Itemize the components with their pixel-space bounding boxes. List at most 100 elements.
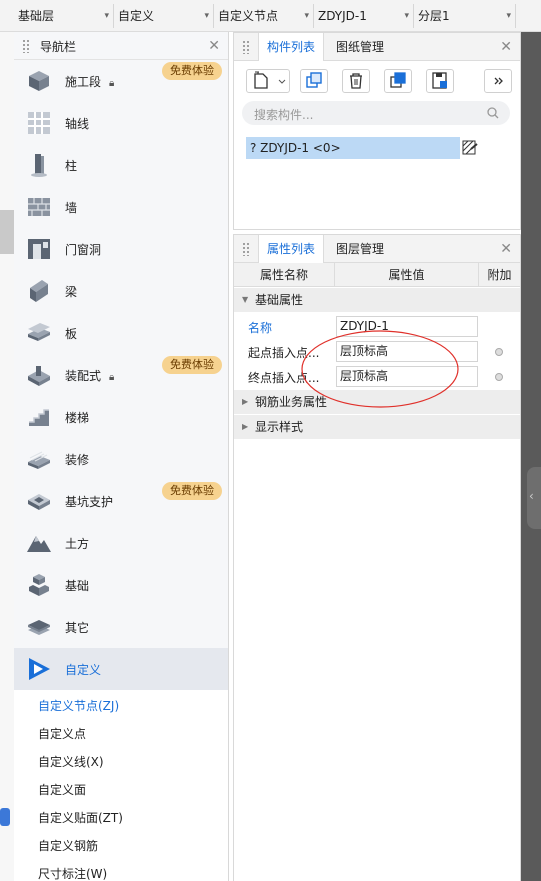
tab-property-list[interactable]: 属性列表 [258,235,325,263]
search-placeholder: 搜索构件... [254,108,314,122]
save-template-button[interactable] [426,69,454,93]
nav-item-label: 土方 [65,537,90,551]
nav-item-label: 墙 [65,201,78,215]
nav-item-label: 自定义 [65,663,102,677]
label-text: 施工段 [65,75,102,89]
annotation-circle [301,330,459,408]
nav-item-custom[interactable]: 自定义 [14,648,228,690]
component-panel: 构件列表 图纸管理 ✕ 搜索构件... ? ZDYJD-1 <0> [233,32,521,230]
free-trial-badge[interactable]: 免费体验 [162,62,222,80]
foundation-icon [29,574,49,596]
component-dropdown[interactable]: ZDYJD-1 ▾ [314,4,414,28]
group-display-style[interactable]: ▶ 显示样式 [234,415,520,439]
tab-layer-management[interactable]: 图层管理 [328,235,392,263]
component-dropdown-label: ZDYJD-1 [318,9,367,23]
sub-item-custom-line[interactable]: 自定义线(X) [38,753,104,770]
double-arrow-right-icon [494,77,503,85]
expand-arrow-icon[interactable]: ▶ [242,415,248,439]
chevron-down-icon: ▾ [506,11,511,21]
property-name: 名称 [248,321,273,335]
extra-checkbox[interactable] [495,348,503,356]
column-icon [31,154,47,177]
nav-header: 导航栏 ✕ [14,32,228,60]
tab-component-list[interactable]: 构件列表 [258,33,325,61]
nav-item-column[interactable]: 柱 [14,144,228,186]
close-icon[interactable]: ✕ [500,242,512,256]
expand-arrow-icon[interactable]: ▶ [242,390,248,414]
extra-checkbox[interactable] [495,373,503,381]
pattern-edit-icon[interactable] [462,140,478,156]
save-icon [432,72,447,89]
component-search[interactable]: 搜索构件... [242,101,510,125]
delete-component-button[interactable] [342,69,370,93]
component-list-item[interactable]: ? ZDYJD-1 <0> [246,137,460,159]
nav-item-decoration[interactable]: 装修 [14,438,228,480]
sub-item-custom-surface[interactable]: 自定义贴面(ZT) [38,809,123,826]
component-tabs: 构件列表 图纸管理 ✕ [234,33,520,61]
chevron-down-icon: ▾ [104,11,109,21]
nav-item-label: 门窗洞 [65,243,102,257]
group-label: 基础属性 [255,293,304,307]
header-extra: 附加 [487,268,512,282]
nav-item-wall[interactable]: 墙 [14,186,228,228]
nav-item-label: 梁 [65,285,78,299]
nav-item-axis[interactable]: 轴线 [14,102,228,144]
foundation-pit-icon [28,494,50,510]
nav-item-construction-stage[interactable]: 施工段 🔒︎ 免费体验 [14,60,228,102]
category-dropdown[interactable]: 自定义 ▾ [114,4,214,28]
slab-icon [28,323,50,341]
group-label: 显示样式 [255,420,304,434]
sub-item-custom-rebar[interactable]: 自定义钢筋 [38,837,98,854]
more-tools-button[interactable] [484,69,512,93]
custom-sub-list: 自定义节点(ZJ) 自定义点 自定义线(X) 自定义面 自定义贴面(ZT) 自定… [14,690,228,881]
free-trial-badge[interactable]: 免费体验 [162,356,222,374]
sub-item-dimension[interactable]: 尺寸标注(W) [38,865,107,881]
drag-grip-icon[interactable] [22,39,30,53]
lock-icon: 🔒︎ [109,372,115,383]
nav-item-earthwork[interactable]: 土方 [14,522,228,564]
nav-item-foundation[interactable]: 基础 [14,564,228,606]
nav-item-beam[interactable]: 梁 [14,270,228,312]
drag-grip-icon[interactable] [242,242,250,256]
nav-item-stairs[interactable]: 楼梯 [14,396,228,438]
nav-item-label: 施工段 🔒︎ [65,73,114,90]
new-component-button[interactable] [246,69,290,93]
beam-icon [30,280,48,302]
nav-item-prefab[interactable]: 装配式 🔒︎ 免费体验 [14,354,228,396]
nav-item-label: 基坑支护 [65,495,114,509]
layer-dropdown-label: 分层1 [418,9,450,23]
free-trial-badge[interactable]: 免费体验 [162,482,222,500]
chevron-down-icon: ▾ [304,11,309,21]
floor-dropdown-label: 基础层 [18,9,55,23]
property-grid-header: 属性名称 属性值 附加 [234,263,520,287]
floor-dropdown[interactable]: 基础层 ▾ [14,4,114,28]
copy-component-button[interactable] [300,69,328,93]
close-icon[interactable]: ✕ [208,39,220,53]
category-dropdown-label: 自定义 [118,9,155,23]
nav-item-label: 基础 [65,579,90,593]
collapse-arrow-icon[interactable]: ▼ [242,288,248,312]
panel-collapse-handle[interactable]: ‹ [527,467,541,529]
sub-item-custom-point[interactable]: 自定义点 [38,725,86,742]
nav-title: 导航栏 [40,40,77,54]
nav-item-label: 装修 [65,453,90,467]
header-property-name: 属性名称 [234,263,335,287]
layer-copy-button[interactable] [384,69,412,93]
edge-marker [0,210,14,254]
nav-item-slab[interactable]: 板 [14,312,228,354]
sub-item-custom-node[interactable]: 自定义节点(ZJ) [38,697,119,714]
type-dropdown[interactable]: 自定义节点 ▾ [214,4,314,28]
layer-dropdown[interactable]: 分层1 ▾ [414,4,516,28]
chevron-left-icon: ‹ [529,489,534,503]
nav-item-foundation-pit[interactable]: 基坑支护 免费体验 [14,480,228,522]
close-icon[interactable]: ✕ [500,40,512,54]
nav-item-door-window[interactable]: 门窗洞 [14,228,228,270]
sub-item-custom-face[interactable]: 自定义面 [38,781,86,798]
property-panel-body [233,440,521,881]
tab-drawing-management[interactable]: 图纸管理 [328,33,392,61]
group-basic-properties[interactable]: ▼ 基础属性 [234,288,520,312]
nav-item-other[interactable]: 其它 [14,606,228,648]
search-icon[interactable] [486,106,500,120]
drag-grip-icon[interactable] [242,40,250,54]
custom-icon [29,658,50,680]
